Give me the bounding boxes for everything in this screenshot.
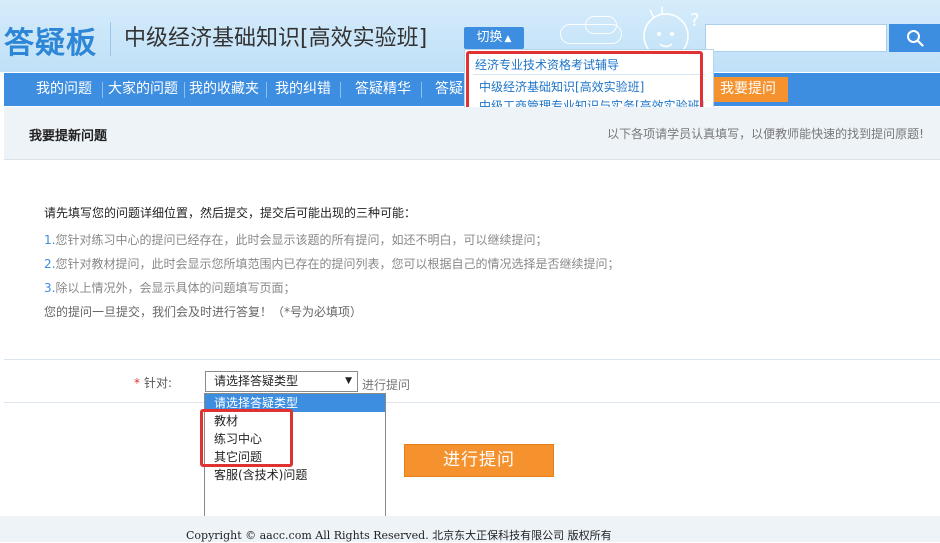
select-value: 请选择答疑类型 <box>214 374 299 388</box>
logo-divider <box>110 22 111 56</box>
target-field-label: * 针对: <box>134 376 173 390</box>
instructions-block: 请先填写您的问题详细位置，然后提交，提交后可能出现的三种可能： 1.您针对练习中… <box>44 204 619 324</box>
instruction-line: 2.您针对教材提问，此时会显示您所填范围内已存在的提问列表，您可以根据自己的情况… <box>44 257 620 271</box>
question-type-select[interactable]: 请选择答疑类型 ▼ <box>205 371 358 392</box>
search-button[interactable] <box>889 24 940 52</box>
decorative-cloud <box>585 16 617 34</box>
nav-answer[interactable]: 答疑 <box>435 73 463 106</box>
form-row-target: * 针对: <box>4 359 940 403</box>
course-title: 中级经济基础知识[高效实验班] <box>124 26 428 51</box>
nav-divider <box>421 82 422 98</box>
instructions-note: 您的提问一旦提交，我们会及时进行答复！（*号为必填项） <box>44 305 363 319</box>
page-title: 我要提新问题 <box>29 129 108 144</box>
nav-all-questions[interactable]: 大家的问题 <box>108 73 178 106</box>
caret-up-icon: ▲ <box>504 34 512 44</box>
ask-question-button[interactable]: 我要提问 <box>710 77 788 102</box>
nav-answer-highlights[interactable]: 答疑精华 <box>355 73 411 106</box>
mascot-question-mark: ? <box>690 10 700 31</box>
page-hint: 以下各项请学员认真填写，以便教师能快速的找到提问原题! <box>607 127 924 141</box>
copyright-text: Copyright © aacc.com All Rights Reserved… <box>186 529 612 542</box>
required-mark: * <box>134 376 140 390</box>
nav-divider <box>340 82 341 98</box>
search-icon <box>906 30 924 47</box>
course-link-economics[interactable]: 中级经济基础知识[高效实验班] <box>479 78 644 95</box>
select-hint: 进行提问 <box>362 378 411 392</box>
switch-label: 切换 <box>476 30 503 45</box>
search-input[interactable] <box>705 24 887 52</box>
nav-my-corrections[interactable]: 我的纠错 <box>275 73 331 106</box>
dropdown-arrow-icon: ▼ <box>345 376 352 386</box>
option-placeholder[interactable]: 请选择答疑类型 <box>205 394 385 412</box>
nav-favorites[interactable]: 我的收藏夹 <box>189 73 259 106</box>
option-other[interactable]: 其它问题 <box>205 448 385 466</box>
panel-group-title: 经济专业技术资格考试辅导 <box>475 58 620 72</box>
page-subheader: 我要提新问题 以下各项请学员认真填写，以便教师能快速的找到提问原题! <box>4 107 940 160</box>
switch-course-button[interactable]: 切换 ▲ <box>464 27 524 49</box>
nav-divider <box>102 82 103 98</box>
option-practice-center[interactable]: 练习中心 <box>205 430 385 448</box>
option-textbook[interactable]: 教材 <box>205 412 385 430</box>
instruction-line: 1.您针对练习中心的提问已经存在，此时会显示该题的所有提问，如还不明白，可以继续… <box>44 233 548 247</box>
nav-divider <box>184 82 185 98</box>
nav-my-questions[interactable]: 我的问题 <box>36 73 92 106</box>
panel-divider <box>473 74 705 75</box>
option-customer-service[interactable]: 客服(含技术)问题 <box>205 466 385 484</box>
instructions-title: 请先填写您的问题详细位置，然后提交，提交后可能出现的三种可能： <box>44 206 417 220</box>
instruction-line: 3.除以上情况外，会显示具体的问题填写页面； <box>44 281 296 295</box>
nav-divider <box>266 82 267 98</box>
submit-question-button[interactable]: 进行提问 <box>404 444 554 477</box>
site-logo[interactable]: 答疑板 <box>4 18 97 62</box>
site-footer: Copyright © aacc.com All Rights Reserved… <box>0 516 940 542</box>
